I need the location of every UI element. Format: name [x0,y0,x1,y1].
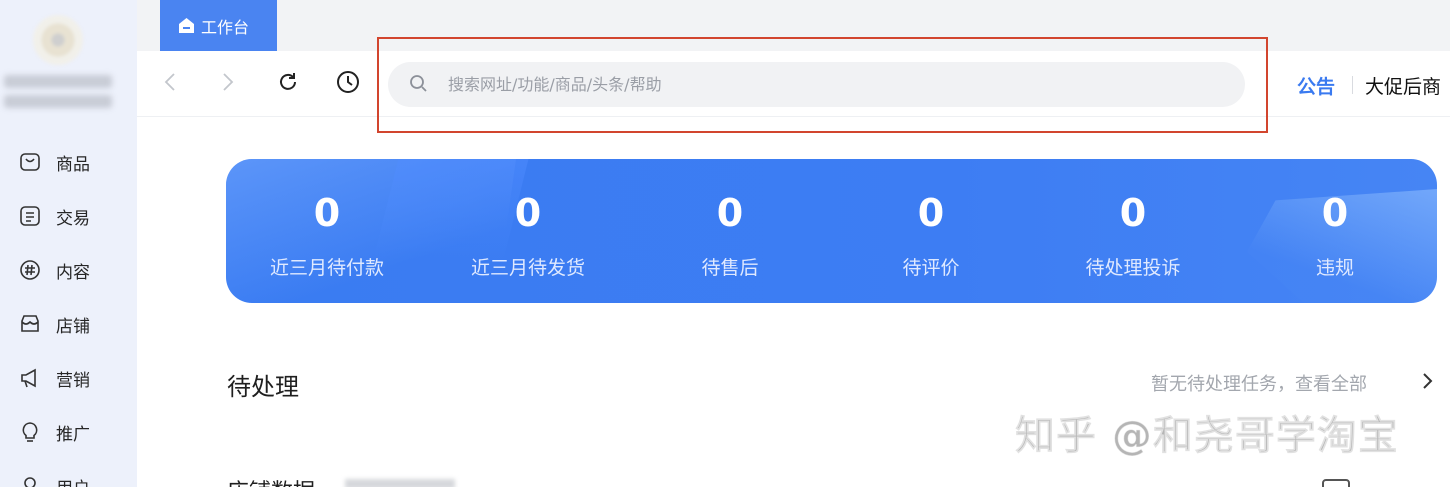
sidebar-item-label: 用户 [56,474,90,487]
stat-value: 0 [917,191,945,235]
hash-circle-icon [19,259,41,281]
lightbulb-icon [19,421,41,443]
back-button[interactable] [158,70,182,98]
sidebar-item-label: 商品 [56,154,90,175]
refresh-icon [276,70,300,98]
stat-label: 待售后 [701,257,759,279]
stat-value: 0 [1321,191,1349,235]
stat-after-sales[interactable]: 0 待售后 [630,159,830,303]
notice-divider [1352,76,1353,94]
refresh-button[interactable] [276,70,300,98]
section-subtitle-blurred [345,479,455,487]
tab-workbench[interactable]: 工作台 [160,0,277,51]
sidebar-item-content[interactable]: 内容 [0,252,137,288]
stat-violations[interactable]: 0 违规 [1235,159,1435,303]
stat-label: 待处理投诉 [1085,257,1181,279]
user-icon [19,475,41,487]
stat-label: 近三月待付款 [269,257,384,279]
stats-banner: 0 近三月待付款 0 近三月待发货 0 待售后 0 待评价 0 待处理投诉 0 … [226,159,1437,303]
shopping-bag-icon [19,151,41,173]
section-title-pending: 待处理 [227,373,299,401]
stat-label: 近三月待发货 [470,257,585,279]
view-all-link[interactable]: 暂无待处理任务，查看全部 [1151,370,1367,396]
home-icon [177,16,196,35]
sidebar-item-label: 店铺 [56,316,90,337]
chevron-left-icon [163,71,177,97]
search-input[interactable] [448,75,1208,94]
shop-id-blurred [4,95,112,108]
sidebar-item-label: 推广 [56,424,90,445]
history-button[interactable] [336,70,360,98]
section-title-store-data: 店铺数据 [227,474,315,487]
chevron-right-icon[interactable] [1420,372,1434,390]
sidebar-item-store[interactable]: 店铺 [0,306,137,342]
notice-label[interactable]: 公告 [1297,72,1335,99]
sidebar-item-label: 营销 [56,370,90,391]
stat-pending-review[interactable]: 0 待评价 [831,159,1031,303]
sidebar-item-orders[interactable]: 交易 [0,198,137,234]
sidebar-item-label: 交易 [56,208,90,229]
stat-value: 0 [313,191,341,235]
watermark: 知乎 @和尧哥学淘宝 [1015,413,1399,460]
search-icon [408,73,428,97]
search-bar[interactable] [388,62,1245,107]
megaphone-icon [19,367,41,389]
forward-button[interactable] [216,70,240,98]
sidebar-item-promotion[interactable]: 推广 [0,414,137,450]
stat-label: 违规 [1315,257,1354,279]
shop-name-blurred [4,75,112,88]
stat-value: 0 [716,191,744,235]
sidebar-item-marketing[interactable]: 营销 [0,360,137,396]
notice-text[interactable]: 大促后商 [1365,72,1441,99]
tab-label: 工作台 [201,17,250,37]
chat-icon[interactable] [1322,479,1350,487]
avatar[interactable] [33,15,83,65]
document-list-icon [19,205,41,227]
stat-label: 待评价 [902,257,960,279]
clock-icon [336,70,360,98]
store-icon [19,313,41,335]
sidebar-item-label: 内容 [56,262,90,283]
tab-bar [137,0,1450,51]
sidebar: 商品 交易 内容 店铺 营销 推广 用户 [0,0,137,487]
stat-value: 0 [1119,191,1147,235]
stat-pending-payment[interactable]: 0 近三月待付款 [227,159,427,303]
stat-value: 0 [514,191,542,235]
sidebar-item-users[interactable]: 用户 [0,468,137,487]
sidebar-item-products[interactable]: 商品 [0,144,137,180]
stat-complaints[interactable]: 0 待处理投诉 [1033,159,1233,303]
stat-pending-shipment[interactable]: 0 近三月待发货 [428,159,628,303]
chevron-right-icon [221,71,235,97]
